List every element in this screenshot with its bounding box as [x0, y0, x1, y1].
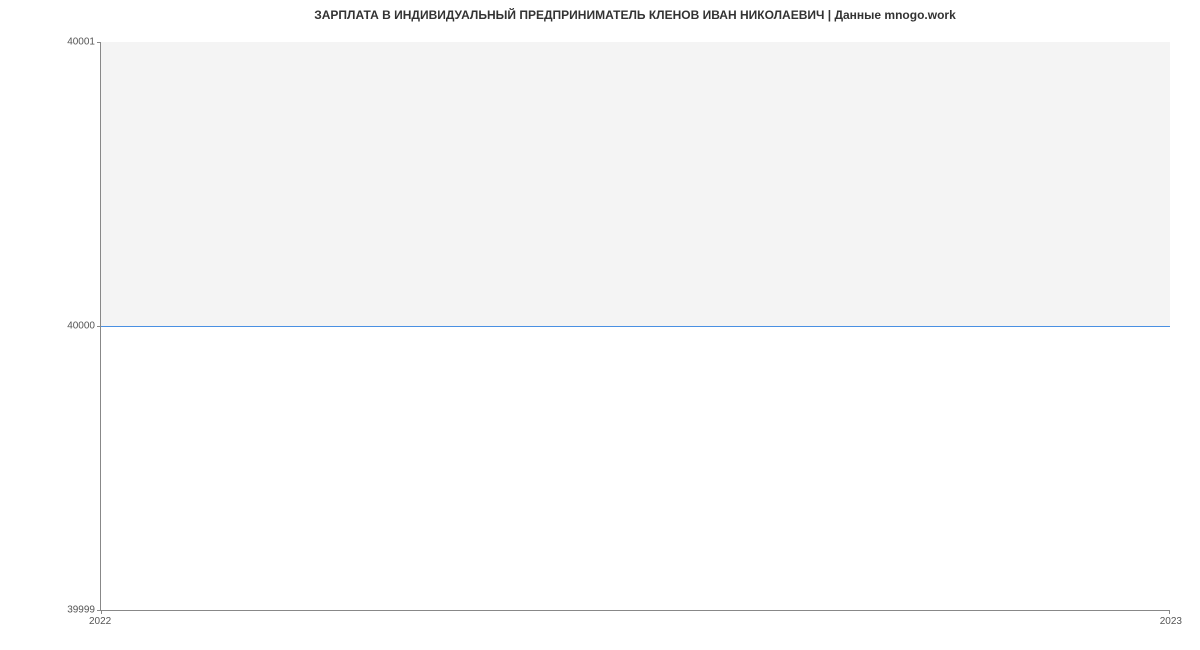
chart-title: ЗАРПЛАТА В ИНДИВИДУАЛЬНЫЙ ПРЕДПРИНИМАТЕЛ… [100, 8, 1170, 42]
plot-area: 40001 40000 39999 2022 2023 [100, 42, 1170, 611]
chart-container: ЗАРПЛАТА В ИНДИВИДУАЛЬНЫЙ ПРЕДПРИНИМАТЕЛ… [0, 0, 1200, 650]
x-tick-label: 2023 [1160, 616, 1182, 627]
x-tick-mark [1169, 610, 1170, 614]
x-tick-mark [101, 610, 102, 614]
y-tick-label: 40000 [67, 321, 95, 332]
plot-area-wrap: 40001 40000 39999 2022 2023 [100, 42, 1170, 611]
y-tick-label: 39999 [67, 605, 95, 616]
y-tick-label: 40001 [67, 37, 95, 48]
area-fill [101, 42, 1170, 326]
x-tick-label: 2022 [89, 616, 111, 627]
data-line [101, 326, 1170, 327]
